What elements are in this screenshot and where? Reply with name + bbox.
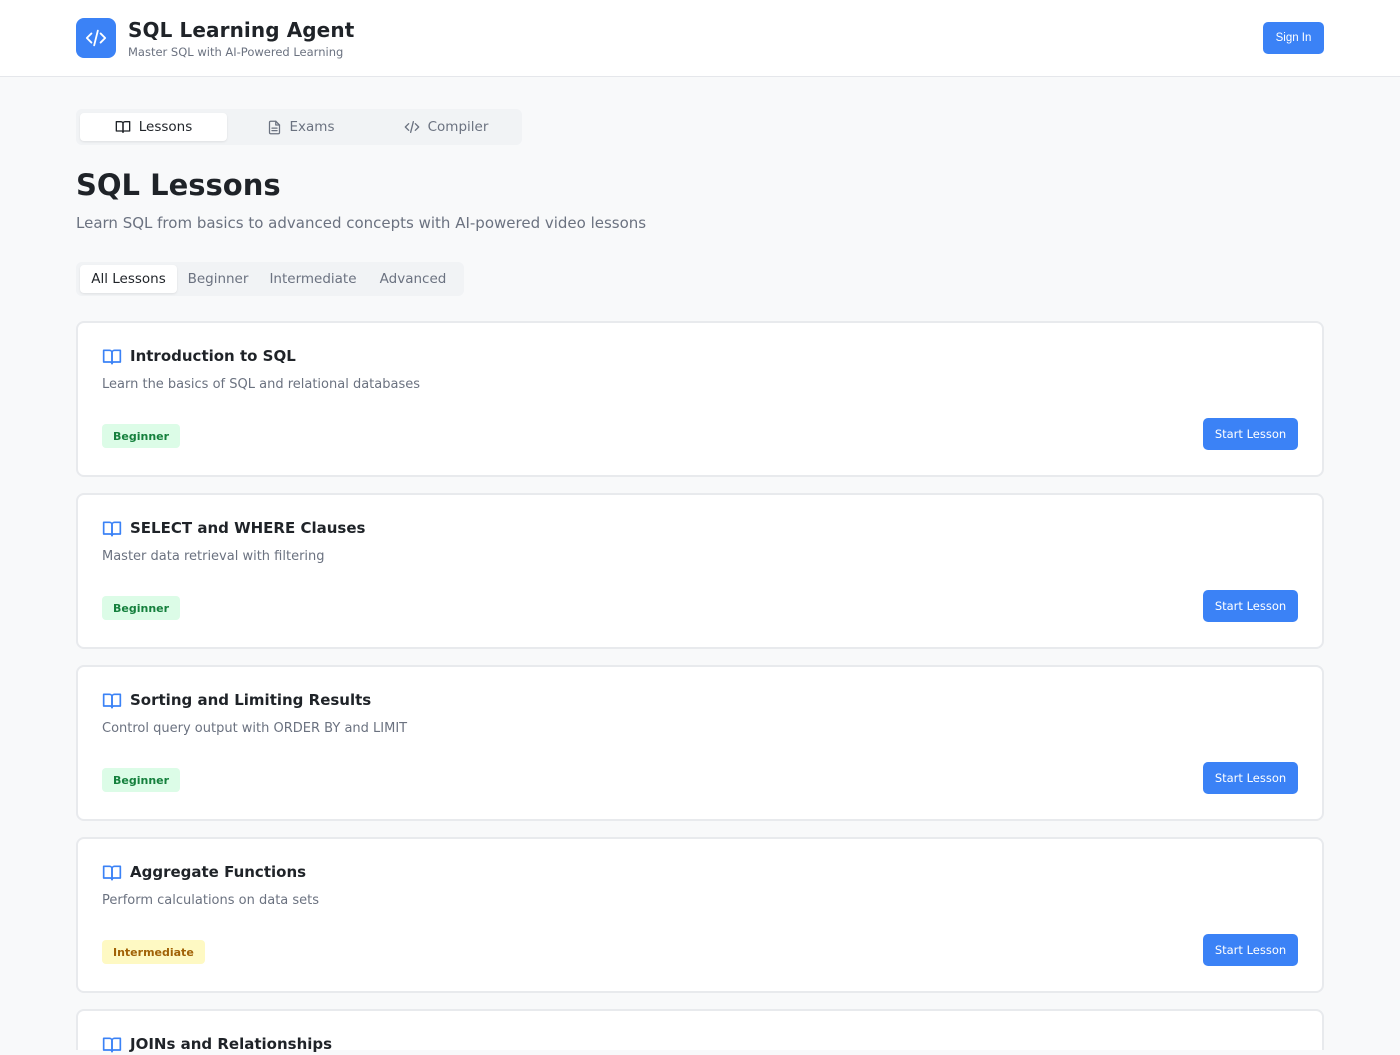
page-subtitle: Learn SQL from basics to advanced concep…	[76, 214, 647, 232]
book-icon	[102, 865, 122, 881]
book-icon	[102, 1037, 122, 1053]
tab-compiler[interactable]: Compiler	[374, 113, 518, 141]
book-icon	[115, 121, 131, 133]
filter-intermediate[interactable]: Intermediate	[259, 265, 367, 293]
lesson-card: Introduction to SQL Learn the basics of …	[76, 321, 1324, 477]
tab-exams-label: Exams	[289, 119, 335, 135]
logo	[76, 18, 116, 58]
app-header: SQL Learning Agent Master SQL with AI-Po…	[0, 0, 1400, 77]
lesson-title: Aggregate Functions	[130, 863, 307, 881]
tab-lessons[interactable]: Lessons	[80, 113, 227, 141]
level-badge: Intermediate	[102, 940, 205, 964]
page-title: SQL Lessons	[76, 168, 281, 202]
lesson-title: JOINs and Relationships	[130, 1035, 333, 1053]
filter-beginner[interactable]: Beginner	[179, 265, 257, 293]
lesson-description: Master data retrieval with filtering	[102, 549, 325, 564]
start-lesson-button[interactable]: Start Lesson	[1203, 762, 1298, 794]
lesson-card: Aggregate Functions Perform calculations…	[76, 837, 1324, 993]
lesson-title: Introduction to SQL	[130, 347, 296, 365]
tab-compiler-label: Compiler	[427, 119, 489, 135]
start-lesson-button[interactable]: Start Lesson	[1203, 418, 1298, 450]
main-tabs: Lessons Exams Compiler	[76, 109, 522, 145]
lesson-description: Learn the basics of SQL and relational d…	[102, 377, 420, 392]
app-subtitle: Master SQL with AI-Powered Learning	[128, 45, 344, 59]
lesson-description: Perform calculations on data sets	[102, 893, 320, 908]
code-icon	[404, 121, 419, 133]
sign-in-button[interactable]: Sign In	[1263, 22, 1324, 54]
lesson-card: SELECT and WHERE Clauses Master data ret…	[76, 493, 1324, 649]
filter-all-lessons[interactable]: All Lessons	[80, 265, 177, 293]
lesson-description: Control query output with ORDER BY and L…	[102, 721, 408, 736]
document-icon	[268, 120, 280, 134]
tab-exams[interactable]: Exams	[227, 113, 374, 141]
level-filter-tabs: All Lessons Beginner Intermediate Advanc…	[76, 262, 464, 296]
book-icon	[102, 521, 122, 537]
start-lesson-button[interactable]: Start Lesson	[1203, 934, 1298, 966]
book-icon	[102, 349, 122, 365]
lesson-title: SELECT and WHERE Clauses	[130, 519, 366, 537]
filter-advanced[interactable]: Advanced	[369, 265, 457, 293]
level-badge: Beginner	[102, 768, 181, 792]
tab-lessons-label: Lessons	[138, 119, 193, 135]
level-badge: Beginner	[102, 596, 181, 620]
app-title: SQL Learning Agent	[128, 18, 355, 42]
start-lesson-button[interactable]: Start Lesson	[1203, 590, 1298, 622]
level-badge: Beginner	[102, 424, 181, 448]
book-icon	[102, 693, 122, 709]
code-icon	[85, 29, 107, 47]
lesson-card: Sorting and Limiting Results Control que…	[76, 665, 1324, 821]
lesson-card: JOINs and Relationships	[76, 1009, 1324, 1053]
lesson-title: Sorting and Limiting Results	[130, 691, 372, 709]
